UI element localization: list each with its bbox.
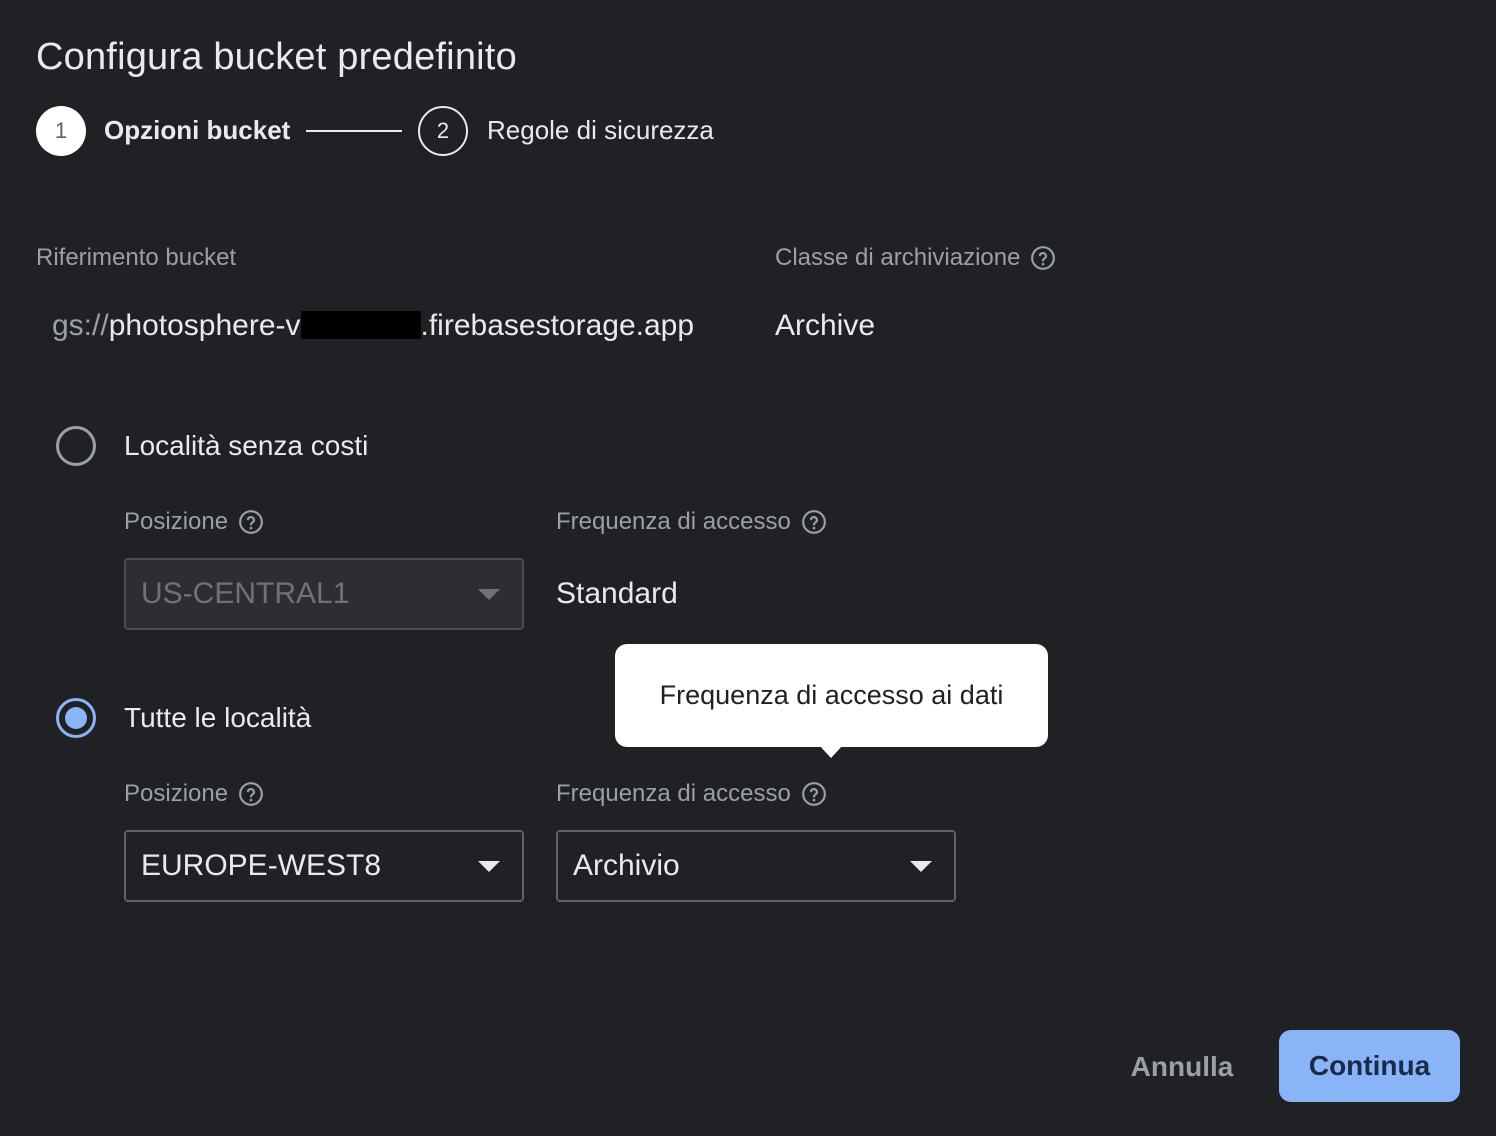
chevron-down-icon [478, 589, 500, 600]
all-frequency-label: Frequenza di accesso [556, 780, 827, 808]
help-circle-icon[interactable] [801, 781, 827, 807]
all-position-label: Posizione [124, 780, 264, 808]
stepper: 1 Opzioni bucket 2 Regole di sicurezza [36, 106, 756, 158]
step-1-label: Opzioni bucket [104, 115, 291, 145]
free-position-select-value: US-CENTRAL1 [141, 577, 350, 610]
bucket-prefix: gs:// [52, 309, 109, 342]
all-position-select[interactable]: EUROPE-WEST8 [124, 830, 524, 902]
help-circle-icon[interactable] [1030, 245, 1056, 271]
radio-all-locations-label[interactable]: Tutte le località [124, 702, 311, 734]
step-2-label: Regole di sicurezza [487, 115, 714, 145]
tooltip-arrow [819, 745, 843, 758]
redaction-block [300, 311, 421, 339]
all-position-select-value: EUROPE-WEST8 [141, 849, 382, 882]
step-2-indicator: 2 [418, 106, 468, 156]
step-connector [306, 130, 402, 132]
storage-class-label-text: Classe di archiviazione [775, 244, 1021, 271]
free-frequency-value: Standard [556, 577, 678, 610]
all-position-label-text: Posizione [124, 780, 229, 807]
help-circle-icon[interactable] [801, 509, 827, 535]
chevron-down-icon [478, 861, 500, 872]
radio-free-location-label[interactable]: Località senza costi [124, 430, 368, 462]
bucket-reference-value: gs://photosphere-v .firebasestorage.app [52, 308, 694, 344]
tooltip: Frequenza di accesso ai dati [615, 644, 1048, 747]
continue-button[interactable]: Continua [1279, 1030, 1460, 1102]
radio-free-location[interactable] [56, 426, 96, 466]
bucket-reference-label: Riferimento bucket [36, 244, 236, 272]
radio-all-locations[interactable] [56, 698, 96, 738]
storage-class-value: Archive [775, 309, 876, 342]
dialog-title: Configura bucket predefinito [36, 36, 517, 78]
all-frequency-select-value: Archivio [573, 849, 680, 882]
free-frequency-label-text: Frequenza di accesso [556, 508, 791, 535]
bucket-name-end: .firebasestorage.app [420, 309, 695, 342]
bucket-name-start: photosphere-v [108, 309, 301, 342]
chevron-down-icon [910, 861, 932, 872]
help-circle-icon[interactable] [238, 781, 264, 807]
free-position-label: Posizione [124, 508, 264, 536]
cancel-button[interactable]: Annulla [1118, 1036, 1246, 1098]
help-circle-icon[interactable] [238, 509, 264, 535]
all-frequency-select[interactable]: Archivio [556, 830, 956, 902]
free-position-select: US-CENTRAL1 [124, 558, 524, 630]
free-frequency-label: Frequenza di accesso [556, 508, 827, 536]
step-1-indicator: 1 [36, 106, 86, 156]
bucket-reference-label-text: Riferimento bucket [36, 244, 237, 271]
free-position-label-text: Posizione [124, 508, 229, 535]
all-frequency-label-text: Frequenza di accesso [556, 780, 791, 807]
storage-class-label: Classe di archiviazione [775, 244, 1056, 272]
radio-dot [65, 707, 87, 729]
